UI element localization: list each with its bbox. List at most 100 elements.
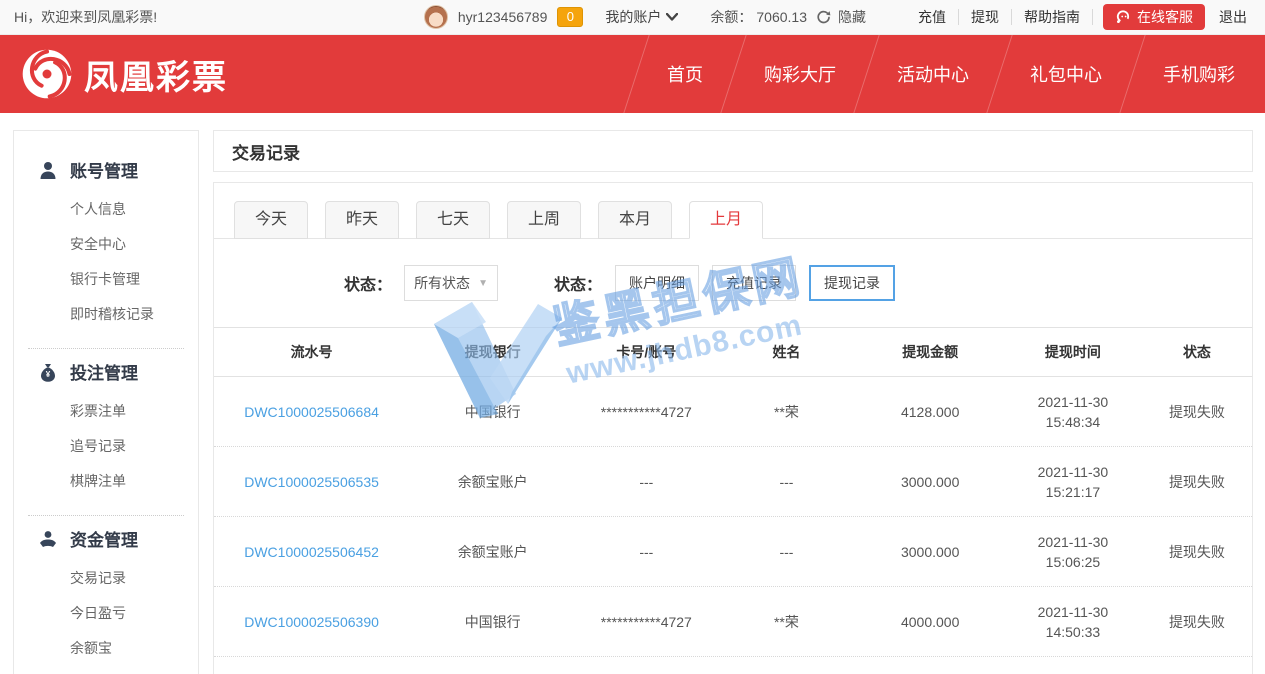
help-guide-link[interactable]: 帮助指南 bbox=[1012, 7, 1092, 27]
svg-text:¥: ¥ bbox=[46, 370, 51, 379]
my-account-label: 我的账户 bbox=[605, 7, 661, 27]
sidebar-section-betting: ¥ 投注管理 彩票注单 追号记录 棋牌注单 bbox=[14, 349, 198, 503]
sidebar-item-board-game-orders[interactable]: 棋牌注单 bbox=[14, 464, 198, 499]
table-row: DWC1000025506684 中国银行 ***********4727 **… bbox=[214, 377, 1252, 447]
serial-number-link[interactable]: DWC1000025506390 bbox=[214, 614, 409, 630]
sidebar-section-title: 账号管理 bbox=[70, 157, 138, 182]
nav-item-home[interactable]: 首页 bbox=[637, 35, 733, 113]
tab-last-month[interactable]: 上月 bbox=[689, 201, 763, 239]
name-cell: --- bbox=[716, 544, 856, 560]
status-cell: 提现失败 bbox=[1142, 542, 1252, 562]
account-detail-button[interactable]: 账户明细 bbox=[615, 265, 699, 301]
nav-item-activity-center[interactable]: 活动中心 bbox=[867, 35, 999, 113]
time-text: 15:48:34 bbox=[1004, 412, 1142, 432]
hide-balance-toggle[interactable]: 隐藏 bbox=[838, 7, 866, 27]
sidebar-item-lottery-orders[interactable]: 彩票注单 bbox=[14, 394, 198, 429]
serial-number-link[interactable]: DWC1000025506535 bbox=[214, 474, 409, 490]
col-header-amount: 提现金额 bbox=[857, 327, 1004, 377]
sidebar-item-yuebao[interactable]: 余额宝 bbox=[14, 631, 198, 666]
page-title: 交易记录 bbox=[214, 139, 300, 164]
nav-item-gift-center[interactable]: 礼包中心 bbox=[1000, 35, 1132, 113]
main-panel: 今天 昨天 七天 上周 本月 上月 状态： 所有状态 ▼ 状态： 账户明细 充值… bbox=[213, 182, 1253, 674]
account-cell: ***********4727 bbox=[576, 404, 716, 420]
sidebar-item-chase-records[interactable]: 追号记录 bbox=[14, 429, 198, 464]
top-utility-bar: Hi，欢迎来到凤凰彩票! hyr123456789 0 我的账户 余额： 706… bbox=[0, 0, 1265, 35]
sidebar-item-bank-card[interactable]: 银行卡管理 bbox=[14, 262, 198, 297]
filter-row: 状态： 所有状态 ▼ 状态： 账户明细 充值记录 提现记录 bbox=[344, 265, 1252, 301]
status-cell: 提现失败 bbox=[1142, 612, 1252, 632]
online-service-button[interactable]: 在线客服 bbox=[1103, 4, 1205, 30]
col-header-account: 卡号/账号 bbox=[576, 327, 716, 377]
user-avatar[interactable] bbox=[424, 5, 448, 29]
moneybag-icon: ¥ bbox=[38, 362, 58, 382]
headset-icon bbox=[1115, 9, 1131, 25]
tab-this-month[interactable]: 本月 bbox=[598, 201, 672, 239]
tab-last-week[interactable]: 上周 bbox=[507, 201, 581, 239]
date-text: 2021-11-30 bbox=[1004, 602, 1142, 622]
amount-cell: 4000.000 bbox=[857, 614, 1004, 630]
time-cell: 2021-11-30 15:06:25 bbox=[1004, 532, 1142, 572]
tab-yesterday[interactable]: 昨天 bbox=[325, 201, 399, 239]
account-cell: --- bbox=[576, 544, 716, 560]
chevron-down-icon bbox=[666, 13, 678, 21]
logout-link[interactable]: 退出 bbox=[1211, 7, 1251, 27]
table-header-row: 流水号 提现银行 卡号/账号 姓名 提现金额 提现时间 状态 bbox=[214, 327, 1252, 377]
my-account-dropdown[interactable]: 我的账户 bbox=[605, 7, 678, 27]
sidebar-item-transaction-records[interactable]: 交易记录 bbox=[14, 561, 198, 596]
status-cell: 提现失败 bbox=[1142, 472, 1252, 492]
sidebar-item-security-center[interactable]: 安全中心 bbox=[14, 227, 198, 262]
sidebar-item-personal-info[interactable]: 个人信息 bbox=[14, 192, 198, 227]
phoenix-logo-icon bbox=[20, 47, 74, 101]
time-cell: 2021-11-30 15:21:17 bbox=[1004, 462, 1142, 502]
recharge-record-button[interactable]: 充值记录 bbox=[712, 265, 796, 301]
time-text: 14:50:33 bbox=[1004, 622, 1142, 642]
withdraw-record-button[interactable]: 提现记录 bbox=[809, 265, 895, 301]
withdraw-link[interactable]: 提现 bbox=[959, 7, 1011, 27]
sidebar-section-account-header: 账号管理 bbox=[14, 157, 198, 182]
refresh-icon[interactable] bbox=[815, 9, 832, 26]
table-row: DWC1000025506452 余额宝账户 --- --- 3000.000 … bbox=[214, 517, 1252, 587]
col-header-bank: 提现银行 bbox=[409, 327, 576, 377]
amount-cell: 3000.000 bbox=[857, 474, 1004, 490]
divider bbox=[1092, 9, 1093, 25]
account-cell: ***********4727 bbox=[576, 614, 716, 630]
table-row: DWC1000025506535 余额宝账户 --- --- 3000.000 … bbox=[214, 447, 1252, 517]
serial-number-link[interactable]: DWC1000025506452 bbox=[214, 544, 409, 560]
date-text: 2021-11-30 bbox=[1004, 532, 1142, 552]
main-navbar: 凤凰彩票 首页 购彩大厅 活动中心 礼包中心 手机购彩 bbox=[0, 35, 1265, 113]
type-filter-label: 状态： bbox=[554, 271, 602, 295]
sidebar-section-betting-header: ¥ 投注管理 bbox=[14, 359, 198, 384]
page-title-bar: 交易记录 bbox=[213, 130, 1253, 172]
topbar-right-group: hyr123456789 0 我的账户 余额： 7060.13 隐藏 充值 提现… bbox=[424, 4, 1251, 30]
tab-seven-days[interactable]: 七天 bbox=[416, 201, 490, 239]
amount-cell: 3000.000 bbox=[857, 544, 1004, 560]
date-text: 2021-11-30 bbox=[1004, 392, 1142, 412]
recharge-link[interactable]: 充值 bbox=[906, 7, 958, 27]
sidebar-item-audit-record[interactable]: 即时稽核记录 bbox=[14, 297, 198, 332]
nav-item-lottery-hall[interactable]: 购彩大厅 bbox=[734, 35, 866, 113]
col-header-time: 提现时间 bbox=[1004, 327, 1142, 377]
greeting-text: Hi，欢迎来到凤凰彩票! bbox=[14, 7, 157, 27]
caret-down-icon: ▼ bbox=[478, 278, 488, 289]
col-header-name: 姓名 bbox=[716, 327, 856, 377]
status-select[interactable]: 所有状态 ▼ bbox=[404, 265, 498, 301]
status-select-value: 所有状态 bbox=[414, 273, 470, 293]
brand[interactable]: 凤凰彩票 bbox=[20, 47, 228, 101]
sidebar-section-title: 投注管理 bbox=[70, 359, 138, 384]
sidebar-item-today-profit-loss[interactable]: 今日盈亏 bbox=[14, 596, 198, 631]
sidebar-section-title: 资金管理 bbox=[70, 526, 138, 551]
col-header-serial: 流水号 bbox=[214, 327, 409, 377]
online-service-label: 在线客服 bbox=[1137, 7, 1193, 27]
status-filter-label: 状态： bbox=[344, 271, 392, 295]
username-text: hyr123456789 bbox=[458, 9, 548, 25]
nav-item-mobile-lottery[interactable]: 手机购彩 bbox=[1133, 35, 1265, 113]
status-cell: 提现失败 bbox=[1142, 402, 1252, 422]
serial-number-link[interactable]: DWC1000025506684 bbox=[214, 404, 409, 420]
page: Hi，欢迎来到凤凰彩票! hyr123456789 0 我的账户 余额： 706… bbox=[0, 0, 1265, 674]
sidebar-section-funds-header: 资金管理 bbox=[14, 526, 198, 551]
tab-today[interactable]: 今天 bbox=[234, 201, 308, 239]
balance-group: 余额： 7060.13 隐藏 bbox=[710, 7, 866, 27]
message-count-badge[interactable]: 0 bbox=[557, 7, 583, 27]
name-cell: --- bbox=[716, 474, 856, 490]
date-text: 2021-11-30 bbox=[1004, 462, 1142, 482]
